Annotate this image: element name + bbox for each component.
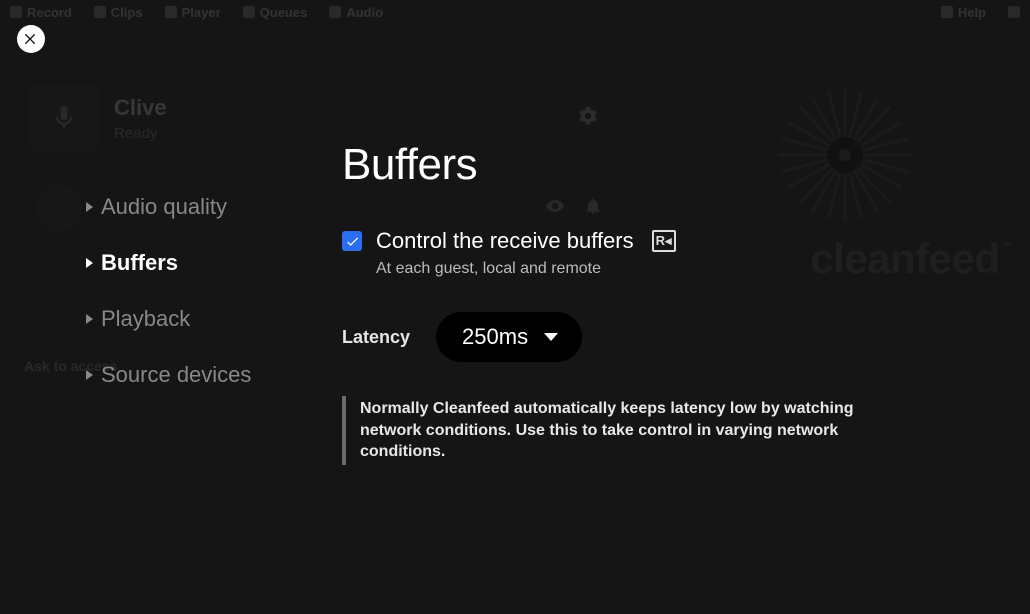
receive-badge-icon: R◂ — [652, 230, 676, 252]
control-buffers-sublabel: At each guest, local and remote — [376, 260, 970, 278]
check-icon — [345, 234, 360, 249]
nav-source-devices[interactable]: Source devices — [86, 362, 251, 388]
latency-select[interactable]: 250ms — [436, 312, 582, 362]
nav-playback-label: Playback — [101, 306, 190, 332]
control-buffers-checkbox[interactable] — [342, 231, 362, 251]
close-button[interactable] — [17, 25, 45, 53]
modal-overlay: Audio quality Buffers Playback Source de… — [0, 0, 1030, 614]
info-note: Normally Cleanfeed automatically keeps l… — [342, 396, 902, 465]
close-icon — [23, 31, 39, 47]
triangle-right-icon — [86, 314, 93, 324]
nav-audio-quality-label: Audio quality — [101, 194, 227, 220]
nav-playback[interactable]: Playback — [86, 306, 251, 332]
latency-row: Latency 250ms — [342, 312, 970, 362]
nav-audio-quality[interactable]: Audio quality — [86, 194, 251, 220]
control-buffers-label: Control the receive buffers — [376, 228, 634, 254]
panel-title: Buffers — [342, 140, 970, 190]
triangle-right-icon — [86, 370, 93, 380]
nav-buffers[interactable]: Buffers — [86, 250, 251, 276]
latency-value: 250ms — [462, 324, 528, 350]
nav-source-devices-label: Source devices — [101, 362, 251, 388]
info-note-text: Normally Cleanfeed automatically keeps l… — [360, 398, 902, 463]
control-buffers-row: Control the receive buffers R◂ — [342, 228, 970, 254]
latency-label: Latency — [342, 327, 410, 348]
triangle-right-icon — [86, 258, 93, 268]
triangle-right-icon — [86, 202, 93, 212]
nav-buffers-label: Buffers — [101, 250, 178, 276]
buffers-panel: Buffers Control the receive buffers R◂ A… — [342, 140, 970, 465]
settings-nav: Audio quality Buffers Playback Source de… — [86, 194, 251, 388]
chevron-down-icon — [544, 333, 558, 341]
